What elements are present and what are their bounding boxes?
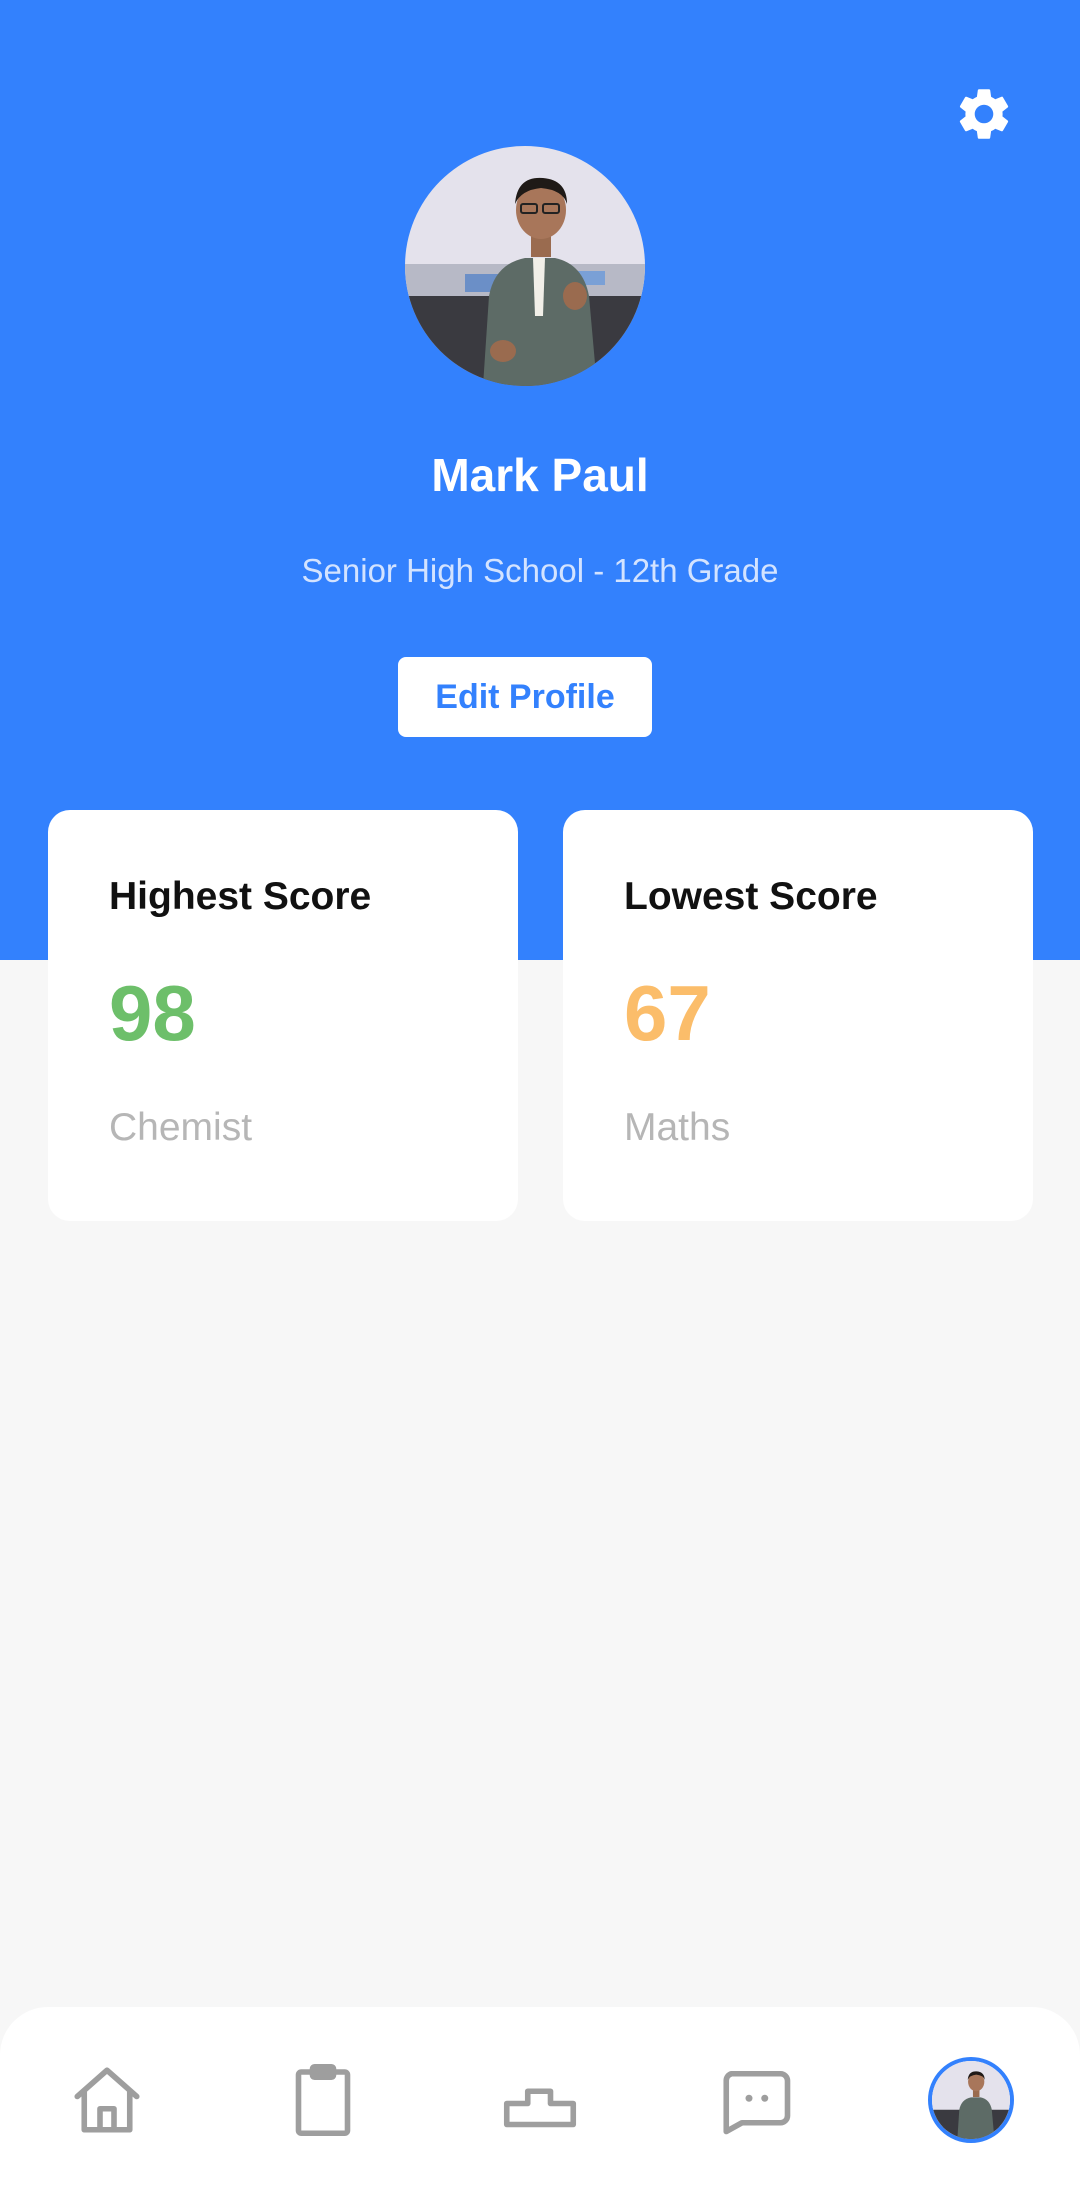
profile-photo — [932, 2061, 1010, 2139]
clipboard-icon — [295, 2063, 351, 2137]
nav-tasks[interactable] — [275, 2052, 371, 2148]
bottom-navigation — [0, 2007, 1080, 2199]
nav-profile[interactable] — [923, 2052, 1019, 2148]
subject-label: Maths — [624, 1106, 731, 1149]
home-icon — [74, 2067, 140, 2133]
podium-icon — [503, 2088, 577, 2128]
settings-button[interactable] — [948, 78, 1020, 150]
profile-avatar[interactable] — [405, 146, 645, 386]
score-value: 98 — [109, 969, 196, 1057]
subject-label: Chemist — [109, 1106, 253, 1149]
nav-messages[interactable] — [708, 2052, 804, 2148]
card-title: Lowest Score — [624, 875, 878, 918]
profile-subtitle: Senior High School - 12th Grade — [301, 552, 779, 589]
nav-home[interactable] — [59, 2052, 155, 2148]
chat-icon — [723, 2070, 791, 2135]
lowest-score-card: Lowest Score 67 Maths — [563, 810, 1033, 1221]
score-value: 67 — [624, 969, 711, 1057]
highest-score-card: Highest Score 98 Chemist — [48, 810, 518, 1221]
profile-photo — [405, 146, 645, 386]
profile-name: Mark Paul — [431, 449, 649, 501]
edit-profile-button[interactable]: Edit Profile — [398, 657, 652, 737]
nav-avatar — [928, 2057, 1014, 2143]
card-title: Highest Score — [109, 875, 372, 918]
nav-leaderboard[interactable] — [492, 2052, 588, 2148]
gear-icon — [959, 89, 1009, 139]
